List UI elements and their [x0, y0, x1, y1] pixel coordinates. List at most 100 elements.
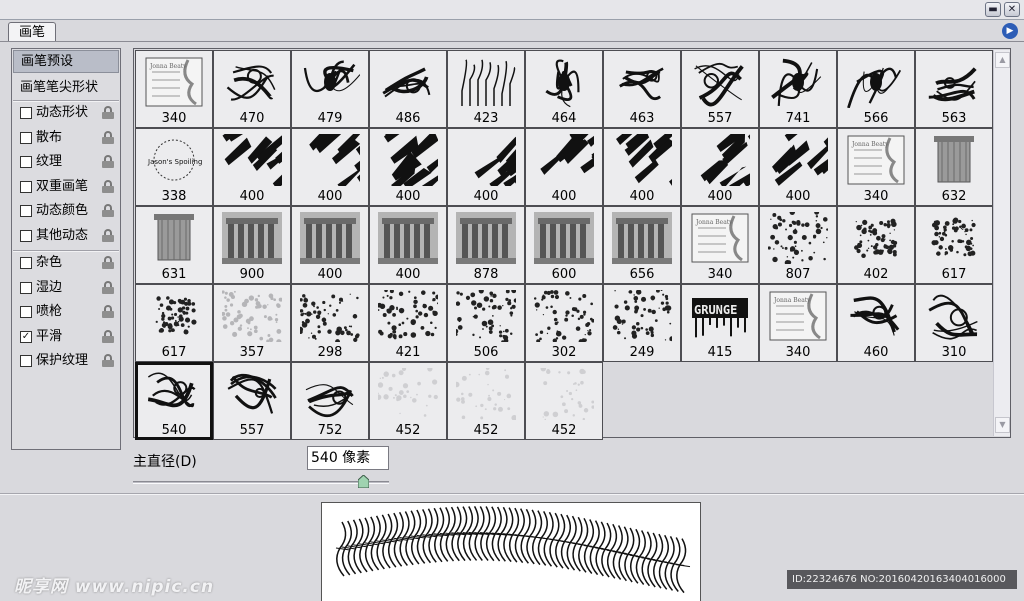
option-checkbox[interactable]: ✓: [20, 330, 32, 343]
lock-icon[interactable]: [102, 179, 114, 193]
scroll-down-icon[interactable]: ▼: [995, 417, 1010, 433]
brush-thumbnail: [934, 136, 974, 183]
brush-preset[interactable]: 357: [213, 284, 291, 362]
vertical-scrollbar[interactable]: ▲ ▼: [993, 50, 1010, 436]
brush-option-row[interactable]: 湿边: [13, 277, 119, 299]
option-checkbox[interactable]: [20, 156, 32, 168]
brush-option-row[interactable]: 双重画笔: [13, 176, 119, 198]
brush-size: 470: [239, 111, 265, 126]
brush-preset[interactable]: Jonna Beaty 340: [681, 206, 759, 284]
lock-icon[interactable]: [102, 106, 114, 119]
brush-preset[interactable]: 632: [915, 128, 993, 206]
brush-preset[interactable]: 400: [213, 128, 291, 206]
brush-option-row[interactable]: 散布: [13, 127, 119, 149]
brush-preset[interactable]: Jonna Beaty 340: [759, 284, 837, 362]
brush-preset[interactable]: 878: [447, 206, 525, 284]
brush-option-row[interactable]: 保护纹理: [13, 350, 119, 372]
brush-preset[interactable]: 400: [603, 128, 681, 206]
brush-preset[interactable]: Jason's Spoiling 338: [135, 128, 213, 206]
brush-preset[interactable]: 460: [837, 284, 915, 362]
brush-preset[interactable]: 400: [369, 206, 447, 284]
brush-preset[interactable]: 540: [135, 362, 213, 440]
brush-preset[interactable]: 486: [369, 50, 447, 128]
brush-preset[interactable]: 421: [369, 284, 447, 362]
lock-icon[interactable]: [102, 130, 114, 144]
scroll-up-icon[interactable]: ▲: [995, 52, 1010, 68]
brush-preset[interactable]: 617: [135, 284, 213, 362]
brush-preset[interactable]: 400: [291, 206, 369, 284]
option-checkbox[interactable]: [20, 107, 32, 119]
brush-preset[interactable]: 452: [369, 362, 447, 440]
option-checkbox[interactable]: [20, 180, 32, 193]
brush-preset[interactable]: 557: [681, 50, 759, 128]
lock-icon[interactable]: [102, 256, 114, 269]
brush-preset[interactable]: 600: [525, 206, 603, 284]
brush-size: 400: [317, 267, 343, 282]
brush-preset[interactable]: 741: [759, 50, 837, 128]
brush-preset[interactable]: 423: [447, 50, 525, 128]
brush-preset[interactable]: 566: [837, 50, 915, 128]
diameter-slider-thumb[interactable]: [357, 475, 369, 488]
brush-option-row[interactable]: 动态形状: [13, 102, 119, 124]
master-diameter-input[interactable]: 540 像素: [307, 446, 389, 470]
brush-preset[interactable]: 470: [213, 50, 291, 128]
brush-preset[interactable]: 298: [291, 284, 369, 362]
lock-icon[interactable]: [102, 280, 114, 294]
lock-icon[interactable]: [102, 228, 114, 242]
lock-icon[interactable]: [102, 305, 114, 318]
option-checkbox[interactable]: [20, 257, 32, 269]
option-checkbox[interactable]: [20, 205, 32, 217]
option-checkbox[interactable]: [20, 355, 32, 367]
brush-preset[interactable]: Jonna Beaty 340: [837, 128, 915, 206]
minimize-icon[interactable]: ▬: [985, 2, 1001, 17]
option-checkbox[interactable]: [20, 306, 32, 318]
brush-preset[interactable]: 400: [759, 128, 837, 206]
brush-preset[interactable]: 400: [447, 128, 525, 206]
brush-preset[interactable]: 302: [525, 284, 603, 362]
brush-option-row[interactable]: 喷枪: [13, 301, 119, 323]
brush-preset[interactable]: 402: [837, 206, 915, 284]
brush-preset[interactable]: Jonna Beaty 340: [135, 50, 213, 128]
lock-icon[interactable]: [102, 329, 114, 343]
brush-preset[interactable]: 506: [447, 284, 525, 362]
brush-preset[interactable]: 557: [213, 362, 291, 440]
lock-icon[interactable]: [102, 204, 114, 217]
brush-preset[interactable]: 563: [915, 50, 993, 128]
option-checkbox[interactable]: [20, 131, 32, 144]
brush-preset[interactable]: 900: [213, 206, 291, 284]
brush-preset[interactable]: 464: [525, 50, 603, 128]
brush-preset[interactable]: 400: [681, 128, 759, 206]
brush-preset[interactable]: 463: [603, 50, 681, 128]
brush-preset[interactable]: 310: [915, 284, 993, 362]
brush-preset[interactable]: 249: [603, 284, 681, 362]
brush-option-row[interactable]: ✓ 平滑: [13, 326, 119, 348]
brush-preset[interactable]: 807: [759, 206, 837, 284]
brush-option-row[interactable]: 动态颜色: [13, 200, 119, 222]
brush-preset[interactable]: 656: [603, 206, 681, 284]
close-icon[interactable]: ✕: [1004, 2, 1020, 17]
brush-preset[interactable]: 400: [525, 128, 603, 206]
brush-preset[interactable]: 631: [135, 206, 213, 284]
brush-preset[interactable]: 479: [291, 50, 369, 128]
brush-option-row[interactable]: 其他动态: [13, 225, 119, 247]
brush-preset[interactable]: 752: [291, 362, 369, 440]
brush-presets-header[interactable]: 画笔预设: [13, 50, 119, 73]
brush-preset[interactable]: 617: [915, 206, 993, 284]
lock-icon[interactable]: [102, 354, 114, 367]
panel-menu-arrow-icon[interactable]: ▶: [1002, 23, 1018, 39]
brush-option-row[interactable]: 纹理: [13, 151, 119, 173]
option-label: 双重画笔: [36, 178, 89, 194]
brush-preset[interactable]: 452: [447, 362, 525, 440]
tab-brushes[interactable]: 画笔: [8, 22, 56, 42]
diameter-slider-track[interactable]: [133, 481, 389, 484]
brush-preset[interactable]: 400: [369, 128, 447, 206]
brush-size: 400: [317, 189, 343, 204]
brush-tip-shape-item[interactable]: 画笔笔尖形状: [13, 77, 119, 99]
brush-option-row[interactable]: 杂色: [13, 252, 119, 274]
brush-preset[interactable]: 452: [525, 362, 603, 440]
brush-preset[interactable]: GRUNGE 415: [681, 284, 759, 362]
brush-preset[interactable]: 400: [291, 128, 369, 206]
lock-icon[interactable]: [102, 155, 114, 168]
option-checkbox[interactable]: [20, 281, 32, 294]
option-checkbox[interactable]: [20, 229, 32, 242]
